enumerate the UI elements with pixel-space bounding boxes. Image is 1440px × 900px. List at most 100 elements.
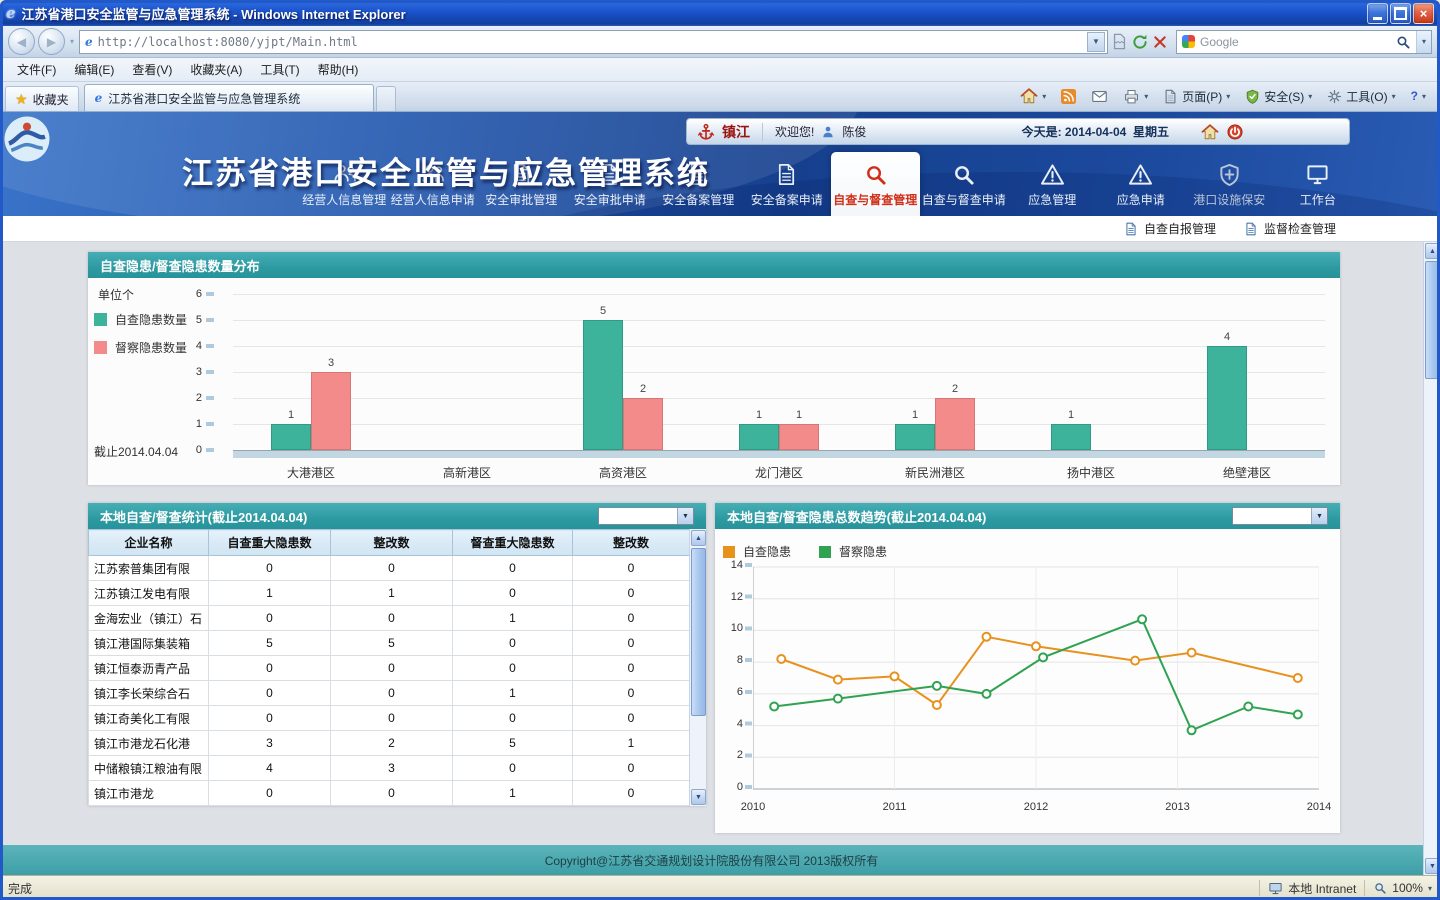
page-scrollbar[interactable]: ▲ ▼ [1423, 242, 1440, 875]
trend-filter-caret-icon[interactable]: ▼ [1311, 508, 1327, 524]
bar-supervise-check[interactable] [935, 398, 975, 450]
tab-active[interactable]: e 江苏省港口安全监管与应急管理系统 [84, 84, 374, 111]
compat-icon[interactable] [1111, 33, 1128, 50]
page-menu-button[interactable]: 页面(P)▾ [1156, 84, 1237, 109]
nav-item[interactable]: 自查与督查申请 [920, 152, 1009, 216]
nav-item[interactable]: 安全备案申请 [743, 152, 832, 216]
table-scroll-thumb[interactable] [691, 548, 706, 716]
page-scroll-down-icon[interactable]: ▼ [1425, 858, 1440, 874]
stop-icon[interactable] [1152, 34, 1168, 50]
safety-caret-icon: ▾ [1308, 92, 1312, 101]
table-column-header[interactable]: 整改数 [573, 530, 690, 556]
nav-item[interactable]: 工作台 [1274, 152, 1363, 216]
maximize-button[interactable] [1390, 3, 1411, 24]
bar-supervise-check[interactable] [623, 398, 663, 450]
table-scroll-up-icon[interactable]: ▲ [691, 530, 706, 546]
bar-value-label: 1 [288, 409, 294, 421]
read-mail-button[interactable] [1084, 84, 1115, 109]
table-row[interactable]: 中储粮镇江粮油有限4300 [89, 756, 690, 781]
anchor-icon [697, 123, 715, 141]
trend-chart-body: 自查隐患督察隐患 02468101214 2010201120122013201… [715, 529, 1340, 833]
stats-filter-dropdown[interactable]: ▼ [598, 507, 694, 525]
nav-item[interactable]: 应急申请 [1097, 152, 1186, 216]
trend-y-tick-label: 4 [737, 718, 743, 730]
table-row[interactable]: 镇江港国际集装箱5500 [89, 631, 690, 656]
favorites-button[interactable]: ★ 收藏夹 [5, 86, 79, 111]
trend-x-tick-label: 2014 [1307, 801, 1331, 813]
tools-menu-button[interactable]: 工具(O)▾ [1320, 84, 1402, 109]
value-cell: 0 [573, 781, 690, 806]
table-scrollbar[interactable]: ▲ ▼ [689, 529, 706, 806]
table-row[interactable]: 金海宏业（镇江）石0010 [89, 606, 690, 631]
bar-self-check[interactable] [1051, 424, 1091, 450]
stats-panel-title: 本地自查/督查统计(截止2014.04.04) [100, 507, 307, 526]
table-row[interactable]: 镇江奇美化工有限0000 [89, 706, 690, 731]
history-caret-icon[interactable]: ▾ [68, 37, 76, 46]
table-row[interactable]: 镇江市港龙0010 [89, 781, 690, 806]
table-row[interactable]: 镇江恒泰沥青产品0000 [89, 656, 690, 681]
nav-item[interactable]: 港口设施保安 [1185, 152, 1274, 216]
table-row[interactable]: 镇江市港龙石化港3251 [89, 731, 690, 756]
bar-value-label: 1 [756, 409, 762, 421]
table-row[interactable]: 江苏索普集团有限0000 [89, 556, 690, 581]
menu-item[interactable]: 工具(T) [251, 58, 308, 81]
help-caret-icon: ▾ [1422, 92, 1426, 101]
nav-item-label: 安全审批申请 [574, 191, 646, 208]
print-button[interactable]: ▾ [1116, 84, 1155, 109]
new-tab-button[interactable] [376, 86, 396, 111]
refresh-icon[interactable] [1131, 33, 1149, 51]
subnav-item[interactable]: 监督检查管理 [1244, 220, 1336, 237]
bar-self-check[interactable] [895, 424, 935, 450]
bar-self-check[interactable] [739, 424, 779, 450]
address-dropdown-button[interactable]: ▼ [1087, 32, 1105, 52]
nav-item-label: 自查与督查申请 [922, 191, 1006, 208]
bar-self-check[interactable] [1207, 346, 1247, 450]
search-input[interactable]: Google ▾ [1176, 30, 1432, 54]
minimize-button[interactable] [1367, 3, 1388, 24]
feeds-button[interactable] [1054, 84, 1083, 109]
menu-item[interactable]: 查看(V) [123, 58, 181, 81]
table-scroll-down-icon[interactable]: ▼ [691, 789, 706, 805]
nav-item-active[interactable]: 自查与督查管理 [831, 152, 920, 216]
bar-self-check[interactable] [271, 424, 311, 450]
bar-y-tick-label: 3 [196, 366, 202, 378]
table-column-header[interactable]: 督查重大隐患数 [453, 530, 573, 556]
back-button[interactable]: ◀ [8, 28, 35, 55]
help-button[interactable]: ?▾ [1404, 84, 1433, 109]
zoom-control[interactable]: 100% ▾ [1373, 881, 1432, 895]
page-scroll-up-icon[interactable]: ▲ [1425, 243, 1440, 259]
menu-item[interactable]: 文件(F) [8, 58, 65, 81]
subnav-item[interactable]: 自查自报管理 [1124, 220, 1216, 237]
home-button[interactable]: ▾ [1013, 84, 1053, 109]
menu-item[interactable]: 编辑(E) [65, 58, 123, 81]
safety-menu-button[interactable]: 安全(S)▾ [1238, 84, 1319, 109]
legend-label: 督察隐患 [839, 543, 887, 560]
forward-button[interactable]: ▶ [38, 28, 65, 55]
doc-icon [775, 163, 798, 186]
stats-filter-caret-icon[interactable]: ▼ [677, 508, 693, 524]
search-icon[interactable] [1395, 34, 1411, 50]
table-row[interactable]: 江苏镇江发电有限1100 [89, 581, 690, 606]
menu-item[interactable]: 帮助(H) [309, 58, 368, 81]
home-icon[interactable] [1201, 123, 1219, 141]
power-icon[interactable] [1226, 123, 1244, 141]
menu-item[interactable]: 收藏夹(A) [181, 58, 251, 81]
table-row[interactable]: 镇江李长荣综合石0010 [89, 681, 690, 706]
bar-self-check[interactable] [583, 320, 623, 450]
shield-icon [1218, 163, 1241, 186]
search-options-caret-icon[interactable]: ▾ [1416, 31, 1431, 53]
table-column-header[interactable]: 整改数 [331, 530, 453, 556]
user-name: 陈俊 [842, 123, 866, 140]
google-logo-icon [1182, 35, 1195, 48]
bar-supervise-check[interactable] [311, 372, 351, 450]
table-column-header[interactable]: 企业名称 [89, 530, 209, 556]
nav-item-label: 自查与督查管理 [833, 191, 917, 208]
page-scroll-thumb[interactable] [1425, 261, 1440, 379]
address-input[interactable]: e http://localhost:8080/yjpt/Main.html ▼ [79, 30, 1108, 54]
close-button[interactable]: × [1413, 3, 1434, 24]
table-column-header[interactable]: 自查重大隐患数 [209, 530, 331, 556]
trend-filter-dropdown[interactable]: ▼ [1232, 507, 1328, 525]
bar-supervise-check[interactable] [779, 424, 819, 450]
trend-x-tick-label: 2010 [741, 801, 765, 813]
nav-item[interactable]: 应急管理 [1008, 152, 1097, 216]
